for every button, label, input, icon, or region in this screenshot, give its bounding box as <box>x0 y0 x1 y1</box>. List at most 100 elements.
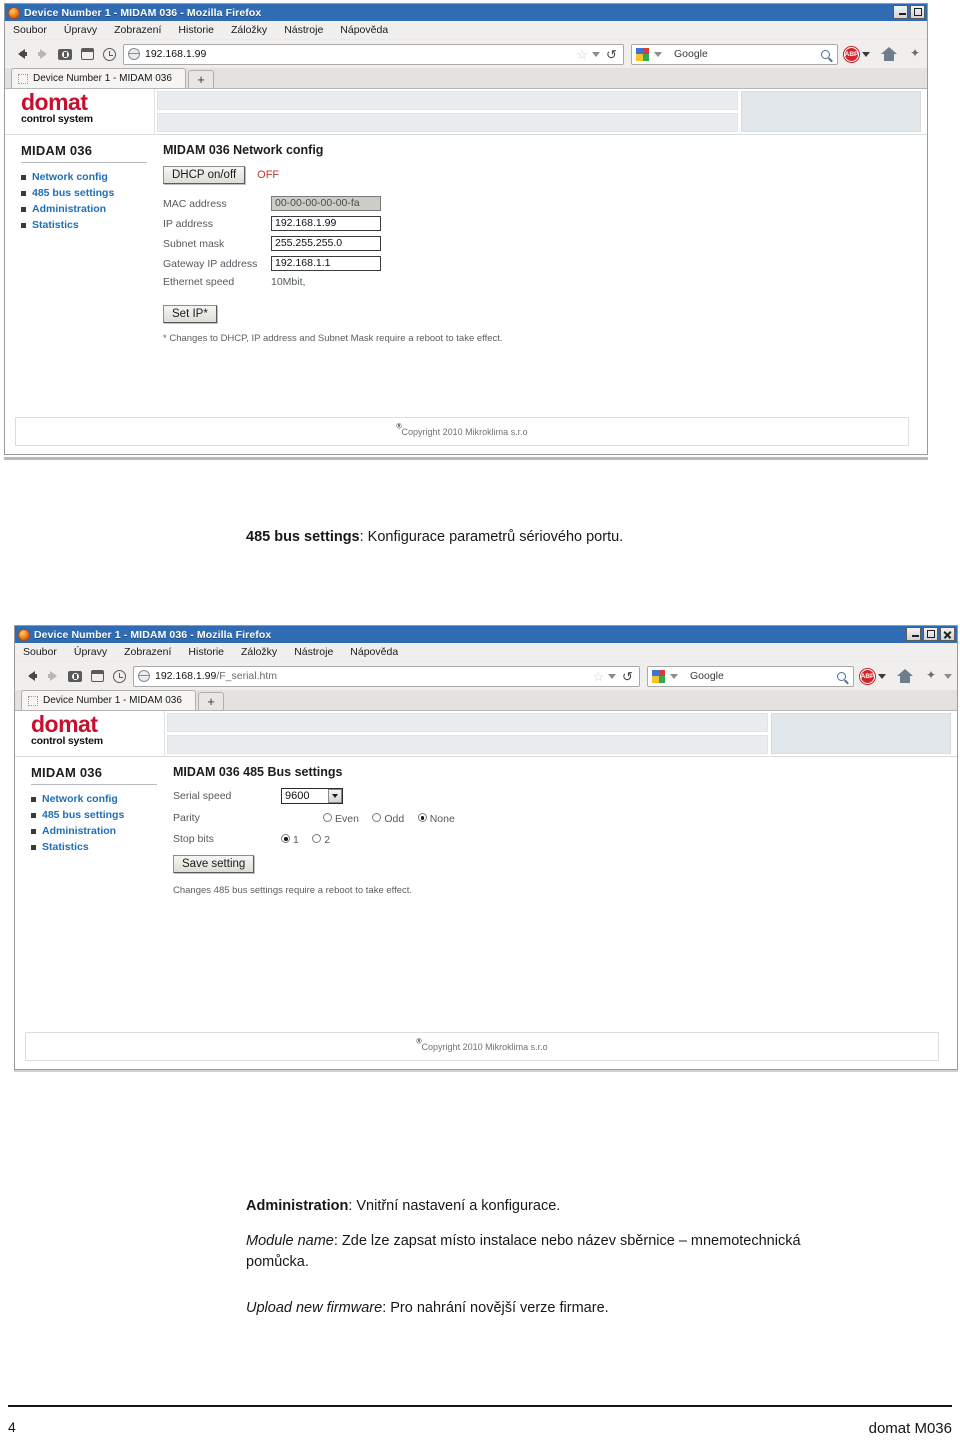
set-ip-button[interactable]: Set IP* <box>163 305 217 323</box>
home-icon[interactable] <box>881 47 897 61</box>
serial-speed-select[interactable]: 9600 <box>281 788 343 804</box>
chevron-down-icon[interactable] <box>862 51 870 57</box>
menu-item-zobrazeni[interactable]: Zobrazení <box>124 646 171 658</box>
url-bar[interactable]: 192.168.1.99/F_serial.htm ☆ ↻ <box>133 665 640 687</box>
extension-icon[interactable]: ✦ <box>924 669 938 683</box>
browser-window-485-bus-settings[interactable]: Device Number 1 - MIDAM 036 - Mozilla Fi… <box>14 625 958 1070</box>
adblock-icon[interactable]: ABP <box>860 668 875 684</box>
parity-radio-none[interactable] <box>417 813 427 823</box>
chevron-down-icon[interactable] <box>328 789 342 803</box>
chevron-down-icon[interactable] <box>608 673 617 679</box>
browser-window-network-config[interactable]: Device Number 1 - MIDAM 036 - Mozilla Fi… <box>4 3 928 455</box>
window-controls[interactable] <box>906 627 955 641</box>
subnet-mask-field[interactable]: 255.255.255.0 <box>271 236 381 251</box>
adblock-icon[interactable]: ABP <box>844 46 859 62</box>
menu-item-napoveda[interactable]: Nápověda <box>340 24 388 36</box>
tab-strip[interactable]: Device Number 1 - MIDAM 036 + <box>5 68 927 89</box>
navigation-toolbar[interactable]: 192.168.1.99 ☆ ↻ Google ABP ✦ <box>5 40 927 68</box>
home-icon[interactable] <box>897 669 913 683</box>
window-controls[interactable] <box>893 5 925 19</box>
reload-icon[interactable]: ↻ <box>622 669 633 684</box>
menu-item-zobrazeni[interactable]: Zobrazení <box>114 24 161 36</box>
dhcp-toggle-button[interactable]: DHCP on/off <box>163 166 246 184</box>
menu-item-soubor[interactable]: Soubor <box>23 646 57 658</box>
back-arrow-icon[interactable] <box>20 666 42 686</box>
search-bar[interactable]: Google <box>647 665 854 687</box>
sidebar-item-network-config[interactable]: Network config <box>31 793 165 805</box>
gateway-ip-field[interactable]: 192.168.1.1 <box>271 256 381 271</box>
sidebar-item-statistics[interactable]: Statistics <box>21 219 155 231</box>
window-icon[interactable] <box>76 44 98 64</box>
sidebar-item-administration[interactable]: Administration <box>31 825 165 837</box>
field-label: MAC address <box>163 197 227 210</box>
chevron-down-icon[interactable] <box>878 673 886 679</box>
paragraph-upload-firmware: Upload new firmware: Pro nahrání novější… <box>246 1298 886 1319</box>
stop-bits-radio-2[interactable] <box>312 834 322 844</box>
download-icon[interactable] <box>64 666 86 686</box>
logo-main-text: domat <box>21 89 88 115</box>
ip-address-field[interactable]: 192.168.1.99 <box>271 216 381 231</box>
sidebar-item-network-config[interactable]: Network config <box>21 171 155 183</box>
paragraph-485-bus-settings: 485 bus settings: Konfigurace parametrů … <box>246 527 866 548</box>
maximize-button[interactable] <box>910 5 925 19</box>
menu-item-upravy[interactable]: Úpravy <box>74 646 107 658</box>
chevron-down-icon[interactable] <box>670 673 678 679</box>
url-bar[interactable]: 192.168.1.99 ☆ ↻ <box>123 43 624 65</box>
sidebar-item-485-bus-settings[interactable]: 485 bus settings <box>31 809 165 821</box>
tab-device-number-1[interactable]: Device Number 1 - MIDAM 036 <box>21 690 196 710</box>
close-button[interactable] <box>940 627 955 641</box>
navigation-toolbar[interactable]: 192.168.1.99/F_serial.htm ☆ ↻ Google ABP… <box>15 662 957 690</box>
favicon-icon <box>18 73 28 84</box>
menu-bar[interactable]: Soubor Úpravy Zobrazení Historie Záložky… <box>15 643 957 662</box>
parity-radio-even[interactable] <box>323 813 332 823</box>
minimize-button[interactable] <box>906 627 921 641</box>
tab-device-number-1[interactable]: Device Number 1 - MIDAM 036 <box>11 68 186 88</box>
paragraph-term: 485 bus settings <box>246 529 360 545</box>
menu-item-napoveda[interactable]: Nápověda <box>350 646 398 658</box>
extension-icon[interactable]: ✦ <box>908 47 922 61</box>
tab-strip[interactable]: Device Number 1 - MIDAM 036 + <box>15 690 957 711</box>
forward-arrow-icon[interactable] <box>32 44 54 64</box>
reload-icon[interactable]: ↻ <box>606 47 617 62</box>
main-content: MIDAM 036 485 Bus settings Serial speed … <box>165 765 957 896</box>
header-bar-bottom <box>157 113 738 132</box>
chevron-down-icon[interactable] <box>654 51 662 57</box>
menu-item-historie[interactable]: Historie <box>188 646 224 658</box>
site-footer: ®Copyright 2010 Mikroklima s.r.o <box>25 1032 939 1061</box>
search-input[interactable]: Google <box>674 48 821 60</box>
chevron-down-icon[interactable] <box>944 673 952 679</box>
menu-item-zalozky[interactable]: Záložky <box>241 646 277 658</box>
chevron-down-icon[interactable] <box>592 51 601 57</box>
minimize-button[interactable] <box>893 5 908 19</box>
star-icon[interactable]: ☆ <box>576 48 588 61</box>
new-tab-button[interactable]: + <box>198 692 224 710</box>
stop-bits-radio-1[interactable] <box>281 834 290 844</box>
parity-radio-odd[interactable] <box>372 813 382 823</box>
menu-item-nastroje[interactable]: Nástroje <box>284 24 323 36</box>
header-bar-bottom <box>167 735 768 754</box>
sidebar-item-administration[interactable]: Administration <box>21 203 155 215</box>
menu-item-zalozky[interactable]: Záložky <box>231 24 267 36</box>
search-bar[interactable]: Google <box>631 43 838 65</box>
new-tab-button[interactable]: + <box>188 70 214 88</box>
bullet-icon <box>31 796 36 802</box>
forward-arrow-icon[interactable] <box>42 666 64 686</box>
back-arrow-icon[interactable] <box>10 44 32 64</box>
maximize-button[interactable] <box>923 627 938 641</box>
save-setting-button[interactable]: Save setting <box>173 855 255 873</box>
search-icon[interactable] <box>821 49 830 59</box>
sidebar-item-485-bus-settings[interactable]: 485 bus settings <box>21 187 155 199</box>
download-icon[interactable] <box>54 44 76 64</box>
history-clock-icon[interactable] <box>108 666 130 686</box>
menu-bar[interactable]: Soubor Úpravy Zobrazení Historie Záložky… <box>5 21 927 40</box>
menu-item-upravy[interactable]: Úpravy <box>64 24 97 36</box>
sidebar-item-statistics[interactable]: Statistics <box>31 841 165 853</box>
star-icon[interactable]: ☆ <box>592 670 604 683</box>
window-icon[interactable] <box>86 666 108 686</box>
search-icon[interactable] <box>837 671 846 681</box>
menu-item-historie[interactable]: Historie <box>178 24 214 36</box>
search-input[interactable]: Google <box>690 670 837 682</box>
history-clock-icon[interactable] <box>98 44 120 64</box>
menu-item-nastroje[interactable]: Nástroje <box>294 646 333 658</box>
menu-item-soubor[interactable]: Soubor <box>13 24 47 36</box>
